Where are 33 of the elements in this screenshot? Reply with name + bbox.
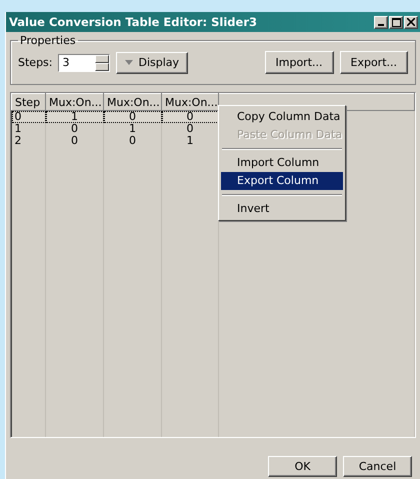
dialog-button[interactable]: OK <box>268 456 337 477</box>
table-cell: 0 <box>46 135 104 147</box>
group-label: Properties <box>19 34 77 47</box>
minimize-button[interactable] <box>374 16 388 28</box>
column-header[interactable]: Mux:On... <box>104 94 162 110</box>
column-header[interactable]: Mux:On... <box>46 94 104 110</box>
menu-item[interactable]: Export Column <box>221 172 343 190</box>
table-cell: 0 <box>104 135 162 147</box>
column-header[interactable]: Mux:On... <box>162 94 218 110</box>
import-button[interactable]: Import... <box>264 51 334 74</box>
table-cell: 0 <box>104 110 162 123</box>
table-cell: 0 <box>12 110 46 123</box>
table-cell: 1 <box>46 110 104 123</box>
maximize-button[interactable] <box>389 16 403 28</box>
menu-item[interactable]: Invert <box>221 200 343 218</box>
steps-spinner[interactable]: 3 <box>58 54 110 72</box>
maximize-icon <box>392 18 400 26</box>
table-cell: 0 <box>162 110 218 123</box>
close-icon <box>407 18 415 26</box>
close-button[interactable] <box>404 16 418 28</box>
steps-label: Steps: <box>18 56 52 69</box>
display-button[interactable]: Display <box>116 52 188 74</box>
table-cell: 2 <box>12 135 46 147</box>
window-title: Value Conversion Table Editor: Slider3 <box>9 15 258 29</box>
menu-item[interactable]: Copy Column Data <box>221 108 343 126</box>
table-cell: 1 <box>104 123 162 135</box>
export-button[interactable]: Export... <box>340 51 408 74</box>
triangle-icon <box>125 60 134 65</box>
menu-item[interactable]: Import Column <box>221 154 343 172</box>
column-header[interactable]: Step <box>12 94 46 110</box>
table-cell: 0 <box>46 123 104 135</box>
dialog-button[interactable]: Cancel <box>343 456 412 477</box>
table-cell: 1 <box>12 123 46 135</box>
